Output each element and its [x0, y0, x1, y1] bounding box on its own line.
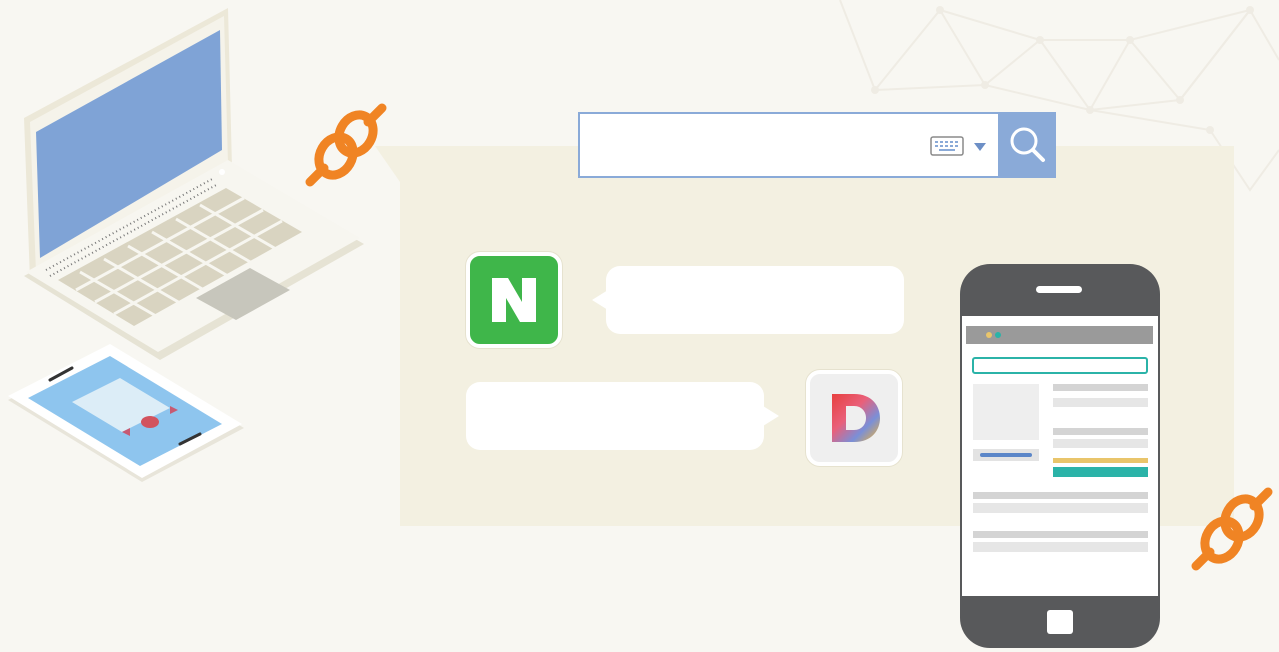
chain-link-icon	[305, 103, 387, 187]
chain-link-icon	[1191, 487, 1273, 571]
bubble-tail	[592, 290, 608, 310]
naver-n-logo	[492, 278, 536, 322]
bubble-tail	[763, 406, 779, 426]
search-bar	[578, 112, 1056, 178]
keyboard-icon[interactable]	[930, 136, 964, 156]
search-input[interactable]	[588, 124, 922, 168]
magnifier-icon	[1010, 127, 1045, 162]
tablet-illustration	[8, 344, 244, 482]
dropdown-arrow-icon[interactable]	[973, 142, 987, 152]
daum-d-logo	[832, 394, 880, 442]
chat-bubble-naver	[606, 266, 904, 334]
search-button[interactable]	[998, 112, 1056, 178]
chat-bubble-daum	[466, 382, 764, 450]
smartphone-illustration	[960, 264, 1160, 648]
naver-n-app-icon[interactable]	[466, 252, 562, 348]
daum-d-app-icon[interactable]	[806, 370, 902, 466]
